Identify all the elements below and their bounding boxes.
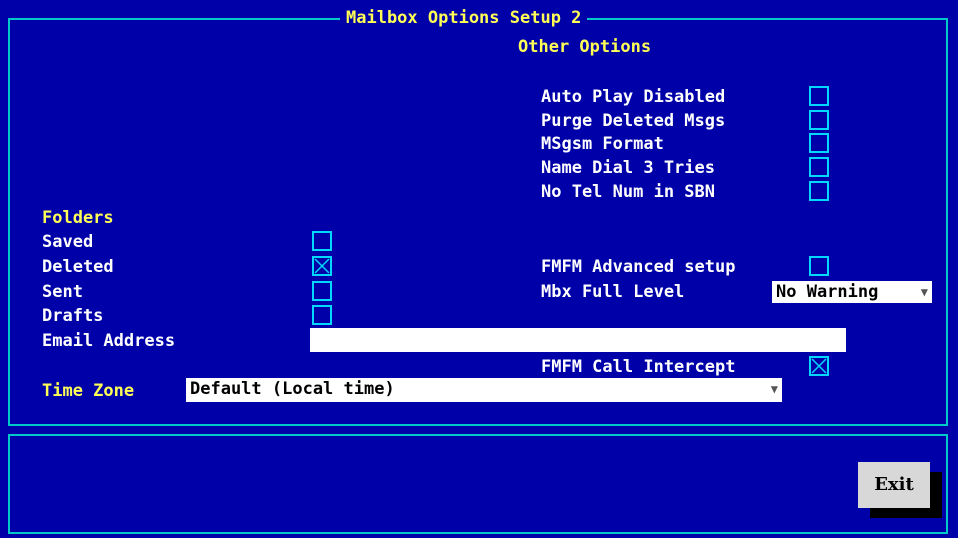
fmfm-call-intercept-checkbox[interactable] [809,356,829,376]
other-options-heading: Other Options [518,37,652,57]
time-zone-label: Time Zone [42,381,135,401]
folder-sent-label: Sent [42,282,83,302]
main-frame [8,18,948,426]
folder-saved-label: Saved [42,232,94,252]
time-zone-select[interactable]: Default (Local time) ▼ [186,378,782,402]
no-tel-num-in-sbn-checkbox[interactable] [809,181,829,201]
no-tel-num-in-sbn-label: No Tel Num in SBN [541,182,715,202]
name-dial-3-tries-label: Name Dial 3 Tries [541,158,715,178]
purge-deleted-msgs-label: Purge Deleted Msgs [541,111,726,131]
folder-deleted-checkbox[interactable] [312,256,332,276]
folder-sent-checkbox[interactable] [312,281,332,301]
check-x-icon [314,258,330,274]
time-zone-value: Default (Local time) [190,379,395,399]
dropdown-arrow-icon: ▼ [770,382,778,396]
fmfm-advanced-setup-label: FMFM Advanced setup [541,257,736,277]
email-address-input[interactable] [310,328,846,352]
folder-drafts-label: Drafts [42,306,104,326]
exit-button[interactable]: Exit [858,462,930,508]
name-dial-3-tries-checkbox[interactable] [809,157,829,177]
dialog-title: Mailbox Options Setup 2 [340,8,588,28]
fmfm-call-intercept-label: FMFM Call Intercept [541,357,736,377]
mbx-full-level-label: Mbx Full Level [541,282,685,302]
folder-drafts-checkbox[interactable] [312,305,332,325]
folders-heading: Folders [42,208,114,228]
folder-deleted-label: Deleted [42,257,114,277]
msgsm-format-label: MSgsm Format [541,134,664,154]
msgsm-format-checkbox[interactable] [809,133,829,153]
mbx-full-level-select[interactable]: No Warning ▼ [772,281,932,303]
auto-play-disabled-label: Auto Play Disabled [541,87,726,107]
mbx-full-level-value: No Warning [776,282,879,302]
check-x-icon [811,358,827,374]
email-address-label: Email Address [42,331,176,351]
fmfm-advanced-setup-checkbox[interactable] [809,256,829,276]
purge-deleted-msgs-checkbox[interactable] [809,110,829,130]
dropdown-arrow-icon: ▼ [920,285,928,299]
auto-play-disabled-checkbox[interactable] [809,86,829,106]
button-frame [8,434,948,534]
folder-saved-checkbox[interactable] [312,231,332,251]
terminal-screen: Mailbox Options Setup 2 Other Options Au… [0,0,958,538]
